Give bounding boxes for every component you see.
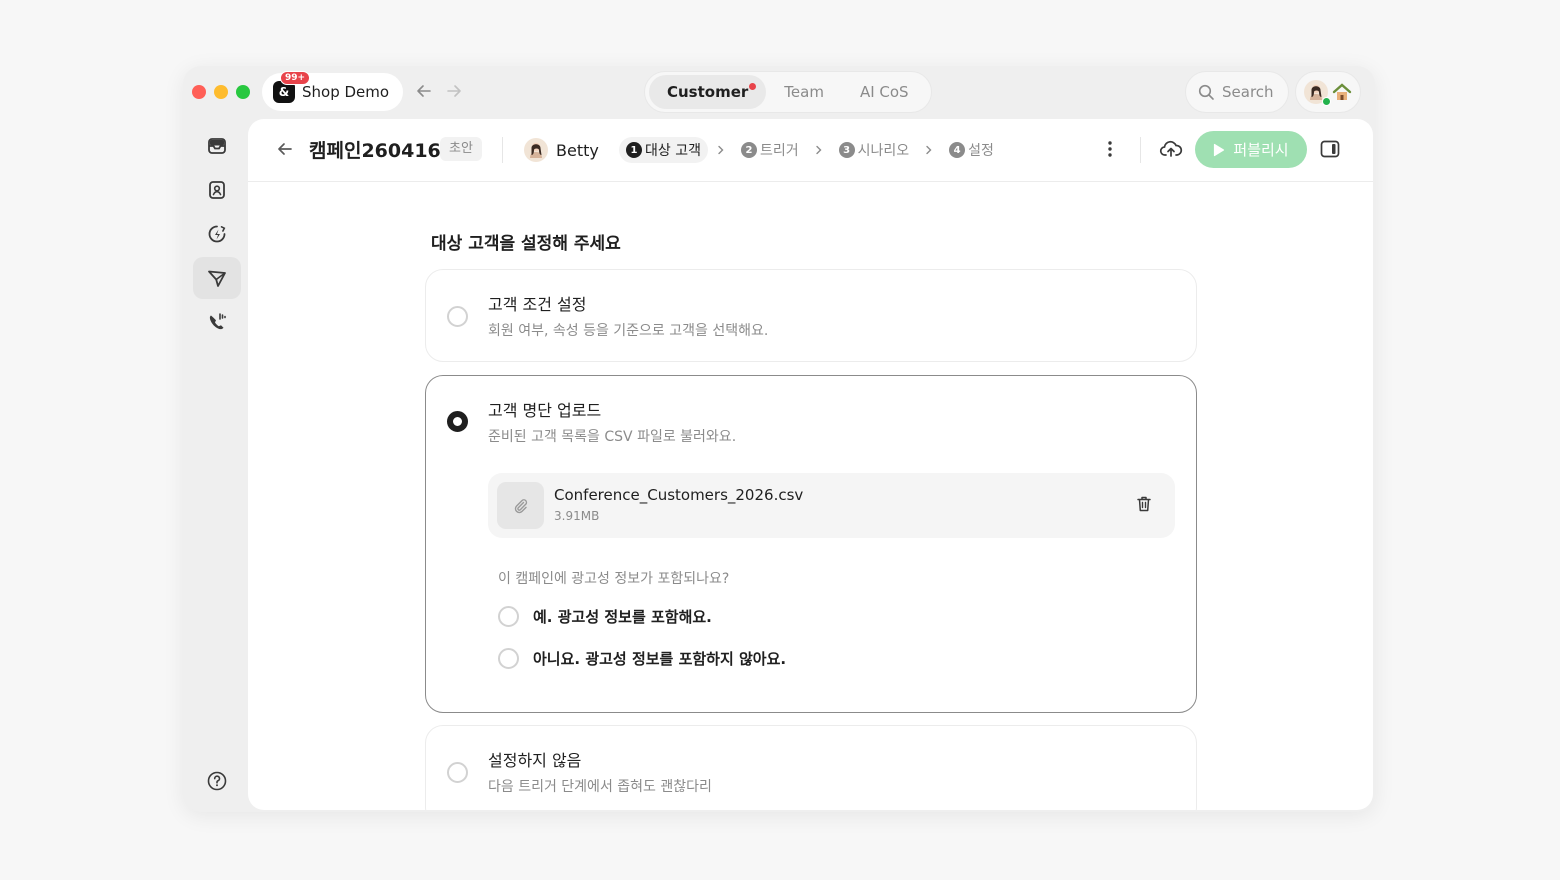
option-title: 고객 명단 업로드: [488, 401, 602, 420]
step-target-customer[interactable]: 1 대상 고객: [619, 137, 708, 163]
window-controls: [192, 85, 250, 99]
radio-button[interactable]: [498, 606, 519, 627]
step-label: 시나리오: [857, 143, 910, 159]
call-icon: [209, 313, 226, 330]
file-size: 3.91MB: [554, 509, 600, 523]
step-label: 설정: [968, 143, 994, 159]
tab-ai-cos-label: AI CoS: [859, 83, 909, 101]
file-name: Conference_Customers_2026.csv: [554, 486, 804, 504]
workspace-logo: & 99+: [273, 71, 311, 103]
arrow-right-icon[interactable]: [445, 82, 463, 100]
step-label: 트리거: [759, 143, 799, 159]
search-button[interactable]: Search: [1185, 71, 1289, 113]
unread-dot: [749, 83, 757, 90]
attachment-icon: [497, 482, 544, 529]
option-no-setting[interactable]: 설정하지 않음 다음 트리거 단계에서 좁혀도 괜찮다리: [425, 725, 1197, 810]
option-desc: 준비된 고객 목록을 CSV 파일로 불러와요.: [488, 429, 737, 445]
search-icon: [1198, 84, 1214, 100]
campaign-toolbar: 캠페인260416 초안 Betty 1 대상 고객 2 트리거 3 시나리오 …: [248, 119, 1373, 182]
back-arrow-icon[interactable]: [275, 139, 295, 159]
option-customer-list-upload[interactable]: 고객 명단 업로드 준비된 고객 목록을 CSV 파일로 불러와요. Confe…: [425, 375, 1197, 713]
chevron-right-icon: [717, 145, 725, 155]
workflow-icon: [208, 225, 226, 243]
home-icon: [1332, 83, 1352, 100]
tab-customer[interactable]: Customer: [649, 75, 767, 109]
side-panel-icon[interactable]: [1320, 140, 1340, 158]
rail-item-inbox[interactable]: [193, 125, 241, 167]
chevron-right-icon: [925, 145, 933, 155]
step-label: 대상 고객: [645, 143, 701, 159]
publish-button[interactable]: 퍼블리시: [1195, 131, 1307, 168]
step-breadcrumb: 1 대상 고객 2 트리거 3 시나리오 4 설정: [619, 137, 1001, 163]
radio-button[interactable]: [447, 762, 468, 783]
step-number: 4: [949, 142, 966, 158]
history-nav: [415, 82, 463, 100]
search-label: Search: [1222, 83, 1274, 101]
arrow-left-icon[interactable]: [415, 82, 433, 100]
uploaded-file: Conference_Customers_2026.csv 3.91MB: [488, 473, 1175, 538]
tab-customer-label: Customer: [667, 83, 749, 101]
tab-ai-cos[interactable]: AI CoS: [842, 75, 927, 109]
rail-item-call[interactable]: [193, 301, 241, 343]
section-title: 대상 고객을 설정해 주세요: [431, 234, 621, 254]
status-badge: 초안: [440, 137, 482, 161]
person-icon: [530, 142, 542, 158]
ad-question: 이 캠페인에 광고성 정보가 포함되나요?: [498, 571, 730, 587]
inbox-icon: [208, 138, 226, 154]
chevron-right-icon: [815, 145, 823, 155]
option-desc: 회원 여부, 속성 등을 기준으로 고객을 선택해요.: [488, 323, 769, 339]
rail-item-contacts[interactable]: [193, 169, 241, 211]
radio-button[interactable]: [447, 306, 468, 327]
contacts-icon: [209, 181, 225, 199]
option-customer-conditions[interactable]: 고객 조건 설정 회원 여부, 속성 등을 기준으로 고객을 선택해요.: [425, 269, 1197, 362]
avatar: [1304, 80, 1331, 106]
step-number: 1: [626, 142, 642, 158]
rail-item-workflow[interactable]: [193, 213, 241, 255]
owner-selector[interactable]: Betty: [524, 138, 599, 162]
maximize-window-button[interactable]: [236, 85, 250, 99]
campaign-icon: [208, 270, 226, 287]
close-window-button[interactable]: [192, 85, 206, 99]
option-desc: 다음 트리거 단계에서 좁혀도 괜찮다리: [488, 779, 712, 795]
radio-button[interactable]: [498, 648, 519, 669]
profile-button[interactable]: [1295, 71, 1361, 113]
divider: [1140, 137, 1141, 163]
main-panel: 캠페인260416 초안 Betty 1 대상 고객 2 트리거 3 시나리오 …: [248, 119, 1373, 810]
answer-label: 예. 광고성 정보를 포함해요.: [533, 608, 712, 626]
mode-tabs: Customer Team AI CoS: [644, 71, 932, 113]
trash-icon[interactable]: [1136, 495, 1152, 513]
answer-label: 아니요. 광고성 정보를 포함하지 않아요.: [533, 650, 787, 668]
radio-button-selected[interactable]: [447, 411, 468, 432]
minimize-window-button[interactable]: [214, 85, 228, 99]
tab-team-label: Team: [784, 83, 824, 101]
rail-item-campaign[interactable]: [193, 257, 241, 299]
ad-answer-no[interactable]: 아니요. 광고성 정보를 포함하지 않아요.: [498, 648, 786, 669]
notification-badge: 99+: [280, 71, 311, 85]
workspace-logo-text: &: [278, 85, 290, 99]
left-rail: [193, 125, 241, 345]
step-number: 3: [838, 142, 855, 158]
workspace-switcher[interactable]: & 99+ Shop Demo: [262, 71, 404, 111]
help-button[interactable]: [193, 760, 241, 802]
tab-team[interactable]: Team: [766, 75, 842, 109]
owner-avatar: [524, 138, 548, 162]
step-trigger[interactable]: 2 트리거: [734, 137, 806, 163]
ad-answer-yes[interactable]: 예. 광고성 정보를 포함해요.: [498, 606, 712, 627]
online-status-dot: [1322, 97, 1331, 106]
option-title: 설정하지 않음: [488, 751, 582, 770]
play-icon: [1214, 143, 1225, 156]
owner-name: Betty: [556, 140, 599, 160]
option-title: 고객 조건 설정: [488, 295, 587, 314]
cloud-upload-icon[interactable]: [1159, 139, 1183, 159]
help-icon: [207, 771, 227, 791]
step-settings[interactable]: 4 설정: [942, 137, 1001, 163]
publish-label: 퍼블리시: [1233, 141, 1289, 159]
step-number: 2: [740, 142, 757, 158]
more-vertical-icon[interactable]: [1101, 139, 1119, 159]
step-scenario[interactable]: 3 시나리오: [832, 137, 917, 163]
app-window: & 99+ Shop Demo Customer Team AI CoS Sea…: [183, 66, 1375, 812]
page-title[interactable]: 캠페인260416: [309, 136, 441, 163]
divider: [502, 137, 503, 163]
workspace-name: Shop Demo: [302, 83, 390, 101]
